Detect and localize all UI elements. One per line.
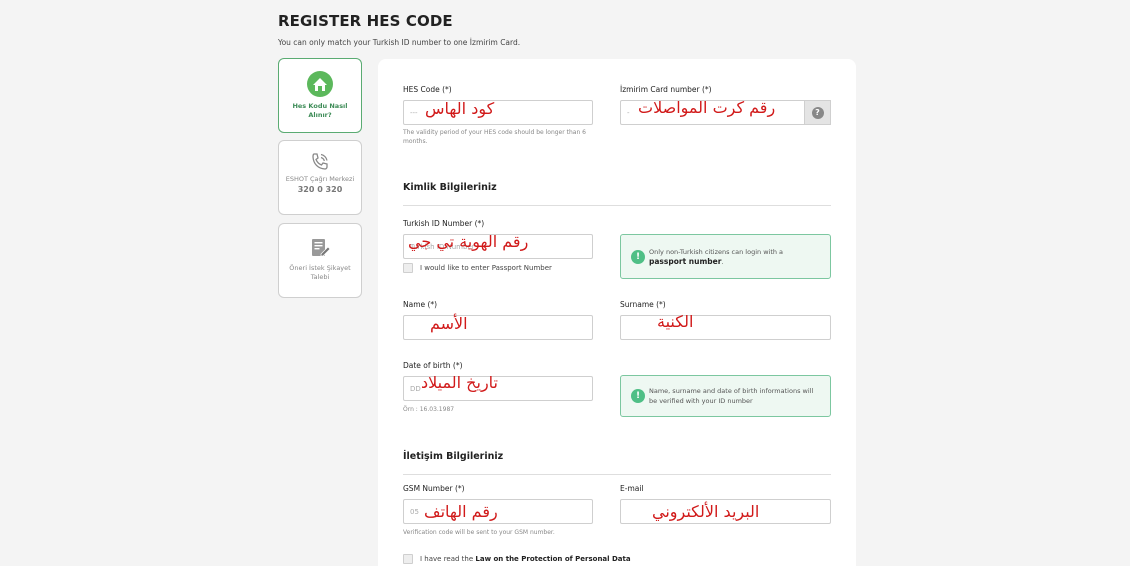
registration-form: HES Code (*) --- كود الهاس The validity … bbox=[378, 59, 856, 566]
sidebar-item-suggestion[interactable]: Öneri İstek Şikayet Talebi bbox=[278, 223, 362, 298]
hes-code-value: --- bbox=[410, 108, 418, 117]
passport-checkbox[interactable] bbox=[403, 263, 413, 273]
sidebar-item-call-center[interactable]: ESHOT Çağrı Merkezi 320 0 320 bbox=[278, 140, 362, 215]
dob-label: Date of birth (*) bbox=[403, 361, 463, 370]
email-input[interactable] bbox=[620, 499, 831, 524]
call-center-number: 320 0 320 bbox=[297, 185, 343, 194]
identity-divider bbox=[403, 205, 831, 206]
gsm-input[interactable]: 05 bbox=[403, 499, 593, 524]
phone-icon bbox=[309, 151, 331, 173]
page-title: REGISTER HES CODE bbox=[278, 12, 453, 30]
hes-code-hint: The validity period of your HES code sho… bbox=[403, 129, 586, 145]
kvkk-link[interactable]: Law on the Protection of Personal Data bbox=[475, 555, 630, 563]
email-label: E-mail bbox=[620, 484, 644, 493]
page-subtitle: You can only match your Turkish ID numbe… bbox=[278, 38, 521, 47]
kvkk-checkbox[interactable] bbox=[403, 554, 413, 564]
card-number-value: - bbox=[627, 108, 630, 117]
info-icon: ! bbox=[631, 389, 645, 403]
gsm-value: 05 bbox=[410, 507, 419, 516]
tc-number-label: Turkish ID Number (*) bbox=[403, 219, 485, 228]
card-help-button[interactable]: ? bbox=[804, 100, 831, 125]
question-icon: ? bbox=[811, 106, 824, 119]
sidebar-item-label: ESHOT Çağrı Merkezi bbox=[285, 175, 355, 183]
card-number-input[interactable]: - bbox=[620, 100, 806, 125]
passport-info-box: ! Only non-Turkish citizens can login wi… bbox=[620, 234, 831, 279]
surname-input[interactable] bbox=[620, 315, 831, 340]
hes-code-label: HES Code (*) bbox=[403, 85, 452, 94]
document-edit-icon bbox=[309, 237, 331, 259]
verify-info-text: Name, surname and date of birth informat… bbox=[649, 387, 814, 405]
passport-info-text: Only non-Turkish citizens can login with… bbox=[649, 247, 784, 266]
house-icon bbox=[306, 70, 334, 98]
card-number-label: İzmirim Card number (*) bbox=[620, 85, 712, 94]
contact-divider bbox=[403, 474, 831, 475]
dob-placeholder: DD bbox=[410, 384, 421, 393]
sidebar-item-label: Hes Kodu Nasıl Alınır? bbox=[292, 102, 348, 119]
contact-section-title: İletişim Bilgileriniz bbox=[403, 451, 504, 462]
surname-label: Surname (*) bbox=[620, 300, 666, 309]
gsm-hint: Verification code will be sent to your G… bbox=[403, 529, 555, 536]
sidebar-item-hes-guide[interactable]: Hes Kodu Nasıl Alınır? bbox=[278, 58, 362, 133]
name-label: Name (*) bbox=[403, 300, 438, 309]
dob-hint: Örn : 16.03.1987 bbox=[403, 406, 455, 413]
verify-info-box: ! Name, surname and date of birth inform… bbox=[620, 375, 831, 417]
tc-number-input[interactable]: Turkish ID Number bbox=[403, 234, 593, 259]
kvkk-checkbox-label: I have read the Law on the Protection of… bbox=[420, 555, 631, 563]
hes-code-input[interactable]: --- bbox=[403, 100, 593, 125]
passport-checkbox-label: I would like to enter Passport Number bbox=[420, 264, 552, 272]
name-input[interactable] bbox=[403, 315, 593, 340]
sidebar-item-label: Öneri İstek Şikayet Talebi bbox=[289, 264, 351, 281]
gsm-label: GSM Number (*) bbox=[403, 484, 465, 493]
info-icon: ! bbox=[631, 249, 645, 264]
tc-number-placeholder: Turkish ID Number bbox=[410, 242, 475, 251]
identity-section-title: Kimlik Bilgileriniz bbox=[403, 182, 497, 193]
dob-input[interactable]: DD bbox=[403, 376, 593, 401]
